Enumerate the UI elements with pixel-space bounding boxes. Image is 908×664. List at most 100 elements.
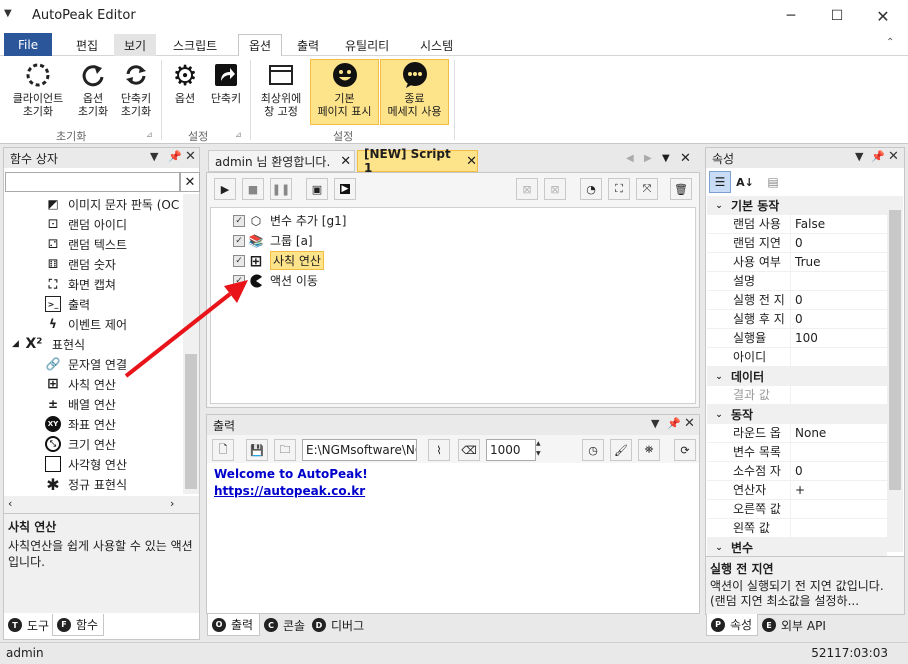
show-default-page-button[interactable]: 기본 페이지 표시: [310, 59, 379, 125]
clock-button[interactable]: ◔: [580, 178, 602, 200]
panel-dropdown-icon[interactable]: ▼: [855, 150, 863, 163]
property-row[interactable]: 설명: [707, 271, 887, 291]
categorized-icon[interactable]: ☰: [709, 171, 731, 193]
disabled-button[interactable]: ⊠: [516, 178, 538, 200]
number-spinner[interactable]: ▲ ▼: [536, 439, 546, 461]
tab-options[interactable]: 옵션: [238, 34, 283, 57]
property-pages-icon[interactable]: ▤: [762, 171, 784, 193]
options-button[interactable]: ⚙ 옵션: [166, 60, 204, 124]
fill-bucket-button[interactable]: ⛯: [638, 439, 660, 461]
collapse-chevron-icon[interactable]: ⌄: [707, 201, 731, 211]
tab-script[interactable]: 스크립트: [163, 34, 227, 56]
property-row[interactable]: 사용 여부 True: [707, 252, 887, 272]
property-row[interactable]: 랜덤 사용 False: [707, 214, 887, 234]
refresh-button[interactable]: ⟳: [674, 439, 696, 461]
list-item[interactable]: ⛶ 화면 캡쳐: [45, 274, 116, 294]
list-item[interactable]: XY 좌표 연산: [45, 414, 116, 434]
pin-icon[interactable]: 📌: [168, 150, 182, 163]
tab-properties[interactable]: P 속성: [706, 614, 758, 636]
collapse-chevron-icon[interactable]: ⌄: [707, 543, 731, 553]
row-checkbox[interactable]: ✓: [233, 214, 245, 227]
list-item[interactable]: 🔗 문자열 연결: [45, 354, 128, 374]
option-reset-button[interactable]: 옵션 초기화: [72, 60, 114, 124]
shortcut-reset-button[interactable]: 단축키 초기화: [114, 60, 158, 124]
expand-icon[interactable]: ⛶: [608, 178, 630, 200]
output-path-input[interactable]: E:\NGMsoftware\NG: [302, 439, 417, 461]
pin-icon[interactable]: 📌: [871, 150, 885, 163]
property-category[interactable]: ⌄ 변수: [707, 538, 887, 557]
group-launcher-icon[interactable]: ⊿: [235, 130, 242, 139]
list-item[interactable]: ⤡ 크기 연산: [45, 434, 116, 454]
always-on-top-button[interactable]: 최상위에 창 고정: [254, 60, 308, 124]
new-output-button[interactable]: 🗋: [212, 439, 234, 461]
tab-utility[interactable]: 유틸리티: [335, 34, 399, 56]
tab-tools[interactable]: T 도구: [4, 614, 52, 636]
list-item[interactable]: ± 배열 연산: [45, 394, 116, 414]
tab-script-1[interactable]: [NEW] Script 1 ✕: [357, 147, 478, 175]
list-item[interactable]: ⚀ 랜덤 아이디: [45, 214, 127, 234]
scroll-left-icon[interactable]: ‹: [8, 497, 12, 510]
row-checkbox[interactable]: ✓: [233, 234, 245, 247]
row-checkbox[interactable]: ✓: [233, 254, 245, 267]
client-reset-button[interactable]: 클라이언트 초기화: [6, 60, 70, 124]
tab-debug[interactable]: D 디버그: [308, 614, 370, 636]
tab-close-icon[interactable]: ✕: [466, 154, 477, 169]
pause-button[interactable]: ❚❚: [270, 178, 292, 200]
output-limit-input[interactable]: 1000: [486, 439, 536, 461]
maximize-button[interactable]: ☐: [814, 0, 860, 32]
property-row[interactable]: 소수점 자0: [707, 461, 887, 481]
tab-list-icon[interactable]: ▼: [662, 153, 670, 164]
shortcut-button[interactable]: 단축키: [206, 60, 246, 124]
open-folder-button[interactable]: 🗀: [274, 439, 296, 461]
pin-icon[interactable]: 📌: [667, 417, 681, 430]
property-row[interactable]: 실행 후 지0: [707, 309, 887, 329]
list-item[interactable]: ✱ 정규 표현식: [45, 474, 127, 494]
property-row[interactable]: 결과 값: [707, 385, 887, 405]
tab-system[interactable]: 시스템: [410, 34, 463, 56]
panel-close-icon[interactable]: ✕: [888, 149, 899, 164]
save-button[interactable]: 💾: [246, 439, 268, 461]
collapse-chevron-icon[interactable]: ⌄: [707, 410, 731, 420]
collapse-chevron-icon[interactable]: ⌄: [707, 372, 731, 382]
list-item[interactable]: ⚁ 랜덤 텍스트: [45, 234, 127, 254]
system-menu-icon[interactable]: ▼: [4, 8, 18, 22]
properties-scrollbar[interactable]: [887, 196, 903, 552]
minimize-button[interactable]: ─: [768, 0, 814, 32]
panel-dropdown-icon[interactable]: ▼: [651, 417, 659, 430]
list-item[interactable]: 사각형 연산: [45, 454, 127, 474]
list-item[interactable]: ⚅ 랜덤 숫자: [45, 254, 116, 274]
exit-message-button[interactable]: 종료 메세지 사용: [380, 59, 449, 125]
play-button[interactable]: ▶: [214, 178, 236, 200]
property-row[interactable]: 연산자 +: [707, 480, 887, 500]
clear-brush-button[interactable]: ⌇: [428, 439, 450, 461]
tab-scroll-right-icon[interactable]: ▶: [644, 153, 652, 164]
tab-welcome[interactable]: admin 님 환영합니다. ✕: [208, 150, 355, 172]
eraser-button[interactable]: ⌫: [458, 439, 480, 461]
run-from-button[interactable]: ▶: [334, 178, 356, 200]
tab-close-icon[interactable]: ✕: [340, 154, 351, 169]
property-row[interactable]: 오른쪽 값: [707, 499, 887, 519]
clear-search-icon[interactable]: ✕: [180, 172, 200, 192]
timestamp-button[interactable]: ◷: [582, 439, 604, 461]
property-row[interactable]: 랜덤 지연 0: [707, 233, 887, 253]
tab-functions[interactable]: F 함수: [52, 614, 104, 636]
tree-category-expressions[interactable]: ◢ X² 표현식: [12, 334, 85, 354]
panel-close-icon[interactable]: ✕: [185, 149, 196, 164]
tab-view[interactable]: 보기: [114, 34, 157, 56]
stop-button[interactable]: ■: [242, 178, 264, 200]
color-brush-button[interactable]: 🖌: [610, 439, 632, 461]
group-launcher-icon[interactable]: ⊿: [146, 130, 153, 139]
property-row[interactable]: 변수 목록: [707, 442, 887, 462]
tab-scroll-left-icon[interactable]: ◀: [626, 153, 634, 164]
script-row[interactable]: ✓ 📚 그룹 [a]: [233, 231, 313, 250]
property-row[interactable]: 실행 전 지0: [707, 290, 887, 310]
delete-button[interactable]: 🗑: [670, 178, 692, 200]
tab-file[interactable]: File: [4, 33, 53, 56]
function-search-input[interactable]: [5, 172, 180, 192]
property-row[interactable]: 실행율 100: [707, 328, 887, 348]
script-row[interactable]: ✓ ⬡ 변수 추가 [g1]: [233, 211, 346, 230]
tab-console[interactable]: C 콘솔: [260, 614, 308, 636]
property-row[interactable]: 라운드 옵 None: [707, 423, 887, 443]
property-row[interactable]: 아이디: [707, 347, 887, 367]
tab-output[interactable]: 출력: [287, 34, 329, 56]
